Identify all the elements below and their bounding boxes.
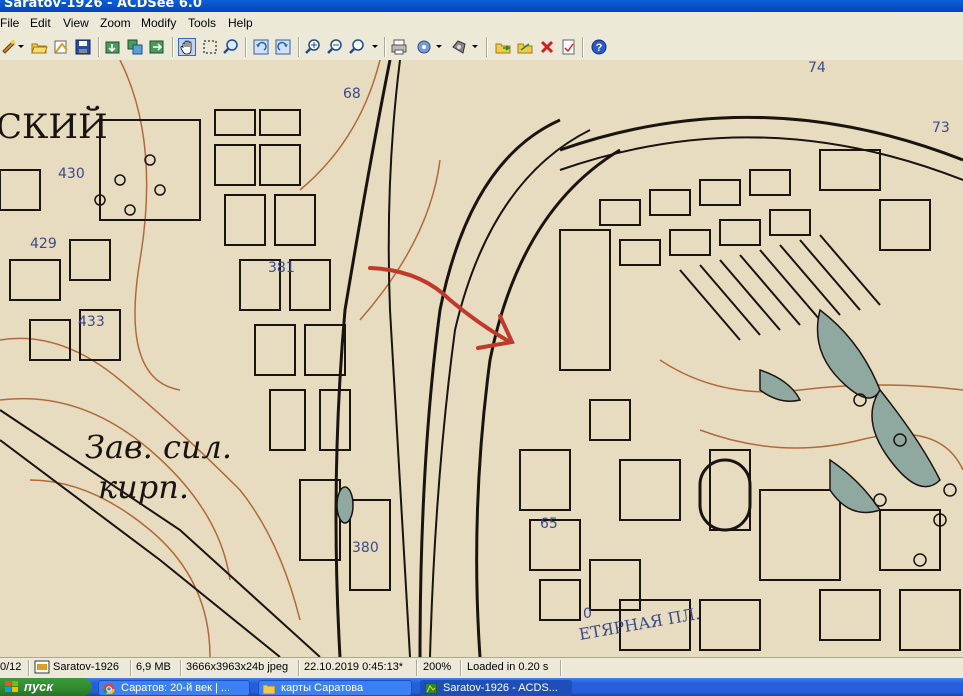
map-label-factory-2: кирп. [98, 468, 189, 506]
select-tool-icon[interactable] [201, 38, 219, 56]
status-image-index: 0/12 [0, 661, 22, 673]
acquire-icon[interactable] [104, 38, 122, 56]
share-icon[interactable] [416, 38, 434, 56]
taskbar-item-folder[interactable]: карты Саратова [258, 680, 412, 696]
status-filename: Saratov-1926 [53, 661, 120, 673]
menu-edit[interactable]: Edit [30, 16, 51, 30]
window-title: Saratov-1926 - ACDSee 6.0 [4, 0, 202, 11]
taskbar-item-label: Saratov-1926 - ACDS... [443, 682, 558, 694]
taskbar: пуск Саратов: 20-й век | ... карты Сарат… [0, 678, 963, 696]
zoom-out-icon[interactable] [326, 38, 344, 56]
map-label-factory-1: Зав. сил. [85, 428, 232, 466]
menu-bar: File Edit View Zoom Modify Tools Help [0, 12, 963, 34]
move-to-icon[interactable] [148, 38, 166, 56]
zoom-dropdown-arrow[interactable] [372, 45, 378, 48]
zoom-in-icon[interactable] [304, 38, 322, 56]
previous-image-icon[interactable] [494, 38, 512, 56]
menu-tools[interactable]: Tools [188, 16, 216, 30]
map-number-68: 68 [343, 86, 361, 102]
map-label-left: СКИЙ [0, 105, 108, 147]
open-folder-icon[interactable] [30, 38, 48, 56]
status-datetime: 22.10.2019 0:45:13* [304, 661, 404, 673]
browse-icon[interactable] [52, 38, 70, 56]
map-number-381: 381 [268, 260, 295, 276]
start-label: пуск [24, 679, 53, 694]
menu-modify[interactable]: Modify [141, 16, 176, 30]
taskbar-item-label: карты Саратова [281, 682, 364, 694]
svg-text:?: ? [596, 42, 603, 54]
wizard-icon[interactable] [0, 38, 18, 56]
title-bar: Saratov-1926 - ACDSee 6.0 [0, 0, 963, 12]
delete-icon[interactable] [538, 38, 556, 56]
status-zoom: 200% [423, 661, 452, 673]
taskbar-item-acdsee[interactable]: Saratov-1926 - ACDS... [420, 680, 572, 696]
taskbar-item-browser[interactable]: Саратов: 20-й век | ... [98, 680, 250, 696]
hand-tool-icon[interactable] [178, 38, 196, 56]
convert-icon[interactable] [450, 38, 468, 56]
print-icon[interactable] [390, 38, 408, 56]
map-number-74: 74 [808, 60, 826, 76]
menu-view[interactable]: View [63, 16, 89, 30]
map-number-65: 65 [540, 516, 558, 532]
toolbar: ? [0, 34, 963, 61]
folder-icon [263, 684, 275, 694]
start-button[interactable]: пуск [0, 678, 92, 696]
help-icon[interactable]: ? [590, 38, 608, 56]
wizard-dropdown-arrow[interactable] [18, 45, 24, 48]
convert-dropdown-arrow[interactable] [472, 45, 478, 48]
map-number-429: 429 [30, 236, 57, 252]
acdsee-icon [425, 683, 437, 694]
status-filesize: 6,9 MB [136, 661, 171, 673]
map-number-380: 380 [352, 540, 379, 556]
windows-logo-icon [5, 681, 18, 692]
share-dropdown-arrow[interactable] [436, 45, 442, 48]
zoom-mode-icon[interactable] [348, 38, 366, 56]
taskbar-item-label: Саратов: 20-й век | ... [121, 682, 231, 694]
map-number-430: 430 [58, 166, 85, 182]
menu-help[interactable]: Help [228, 16, 253, 30]
image-viewer[interactable]: СКИЙ Зав. сил. кирп. ЕТЯРНАЯ ПЛ. 74 73 6… [0, 60, 963, 657]
status-dimensions: 3666x3963x24b jpeg [186, 661, 289, 673]
copy-to-icon[interactable] [126, 38, 144, 56]
save-icon[interactable] [74, 38, 92, 56]
menu-zoom[interactable]: Zoom [100, 16, 131, 30]
map-number-73: 73 [932, 120, 950, 136]
chrome-icon [103, 683, 115, 694]
rotate-right-icon[interactable] [274, 38, 292, 56]
rotate-left-icon[interactable] [252, 38, 270, 56]
properties-icon[interactable] [560, 38, 578, 56]
image-file-icon [34, 660, 50, 677]
map-number-433: 433 [78, 314, 105, 330]
zoom-tool-icon[interactable] [222, 38, 240, 56]
next-image-icon[interactable] [516, 38, 534, 56]
map-image: СКИЙ Зав. сил. кирп. ЕТЯРНАЯ ПЛ. 74 73 6… [0, 60, 963, 657]
menu-file[interactable]: File [0, 16, 19, 30]
status-load-time: Loaded in 0.20 s [467, 661, 549, 673]
status-bar: 0/12 Saratov-1926 6,9 MB 3666x3963x24b j… [0, 657, 963, 679]
map-number-0: 0 [583, 606, 592, 622]
